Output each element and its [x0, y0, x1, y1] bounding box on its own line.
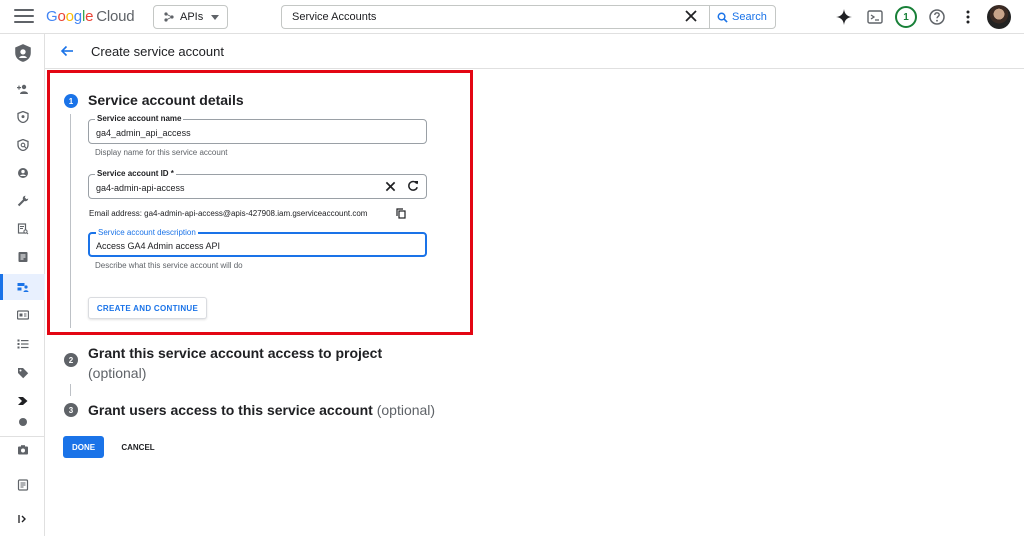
- step-connector: [70, 384, 71, 396]
- iam-shield-icon[interactable]: [0, 38, 45, 68]
- notes-icon: [17, 479, 28, 491]
- search-icon: [717, 12, 728, 23]
- name-field-value: ga4_admin_api_access: [96, 128, 191, 138]
- wrench-icon: [17, 195, 28, 207]
- sidebar-item-iam[interactable]: [0, 76, 45, 102]
- sidebar-item-release-notes[interactable]: [0, 472, 45, 498]
- main-menu-icon[interactable]: [14, 9, 34, 25]
- service-account-icon: [17, 283, 28, 292]
- highlight-box: [47, 70, 473, 335]
- gear-icon: [18, 418, 27, 426]
- id-field-value: ga4-admin-api-access: [96, 183, 185, 193]
- project-nodes-icon: [164, 12, 174, 22]
- step-3-number: 3: [64, 403, 78, 417]
- account-circle-icon: [17, 168, 28, 178]
- sidebar-item-pam[interactable]: [0, 104, 45, 130]
- sidebar-item-troubleshooter[interactable]: [0, 188, 45, 214]
- create-and-continue-button[interactable]: CREATE AND CONTINUE: [88, 297, 207, 319]
- more-vert-icon[interactable]: [959, 8, 977, 26]
- service-account-name-field[interactable]: Service account name ga4_admin_api_acces…: [88, 114, 427, 144]
- sidebar-item-identity[interactable]: [0, 160, 45, 186]
- sidebar-item-privacy[interactable]: [0, 436, 45, 462]
- page-header: Create service account: [45, 34, 1024, 69]
- sidebar-item-policy-analyzer[interactable]: [0, 216, 45, 242]
- document-search-icon: [17, 223, 28, 235]
- chevron-right-icon: [17, 397, 27, 405]
- clear-icon[interactable]: [385, 181, 396, 192]
- cancel-button[interactable]: CANCEL: [113, 436, 163, 458]
- close-icon[interactable]: [684, 9, 698, 23]
- step-2-title-text: Grant this service account access to pro…: [88, 345, 383, 361]
- search-button-label: Search: [732, 11, 767, 23]
- list-icon: [17, 339, 28, 349]
- name-field-label: Service account name: [95, 114, 184, 123]
- sidebar-item-settings[interactable]: [0, 388, 45, 414]
- gemini-sparkle-icon[interactable]: [835, 8, 853, 26]
- step-1-number: 1: [64, 94, 78, 108]
- project-picker[interactable]: APIs: [153, 5, 228, 29]
- step-2-number: 2: [64, 353, 78, 367]
- top-bar: Google Cloud APIs Service Accounts Search…: [0, 0, 1024, 34]
- camera-folder-icon: [17, 444, 28, 454]
- shield-icon: [16, 111, 29, 123]
- article-icon: [18, 252, 27, 262]
- page-title: Create service account: [91, 44, 224, 59]
- sidebar-item-org-policies[interactable]: [0, 244, 45, 270]
- left-rail: [0, 34, 45, 536]
- service-account-description-field[interactable]: Service account description Access GA4 A…: [88, 228, 427, 257]
- name-field-hint: Display name for this service account: [95, 148, 228, 157]
- shield-search-icon: [16, 139, 29, 151]
- search-input[interactable]: Service Accounts: [281, 5, 709, 29]
- step-connector: [70, 114, 71, 328]
- search-query: Service Accounts: [292, 11, 377, 23]
- sidebar-item-workload-identity[interactable]: [0, 302, 45, 328]
- chevron-down-icon: [211, 14, 220, 20]
- service-account-id-field[interactable]: Service account ID * ga4-admin-api-acces…: [88, 169, 427, 199]
- badge-card-icon: [16, 310, 29, 320]
- email-address-text: Email address: ga4-admin-api-access@apis…: [89, 209, 368, 218]
- tag-icon: [17, 368, 28, 379]
- notification-badge[interactable]: 1: [895, 6, 917, 28]
- sidebar-item-service-accounts[interactable]: [0, 274, 45, 300]
- copy-icon[interactable]: [396, 208, 406, 219]
- person-add-icon: [16, 84, 28, 94]
- sidebar-item-principal-access[interactable]: [0, 132, 45, 158]
- step-3-optional: (optional): [376, 402, 436, 418]
- done-button[interactable]: DONE: [63, 436, 104, 458]
- avatar[interactable]: [987, 5, 1011, 29]
- refresh-icon[interactable]: [407, 180, 419, 192]
- id-field-label: Service account ID *: [95, 169, 176, 178]
- step-3-title[interactable]: Grant users access to this service accou…: [88, 402, 435, 418]
- google-cloud-logo[interactable]: Google Cloud: [46, 8, 135, 25]
- search-button[interactable]: Search: [709, 5, 776, 29]
- sidebar-item-partial[interactable]: [0, 414, 45, 426]
- step-2-optional: (optional): [88, 365, 147, 381]
- expand-sidebar-icon[interactable]: [0, 506, 45, 532]
- description-field-hint: Describe what this service account will …: [95, 261, 243, 270]
- step-2-title[interactable]: Grant this service account access to pro…: [88, 343, 388, 383]
- project-name: APIs: [180, 11, 204, 23]
- step-1-title[interactable]: Service account details: [88, 92, 244, 108]
- description-field-label: Service account description: [96, 228, 198, 237]
- step-3-title-text: Grant users access to this service accou…: [88, 402, 373, 418]
- sidebar-item-tags[interactable]: [0, 360, 45, 386]
- help-icon[interactable]: [928, 8, 946, 26]
- back-arrow-icon[interactable]: [59, 43, 75, 59]
- cloud-shell-icon[interactable]: [866, 8, 884, 26]
- description-field-value: Access GA4 Admin access API: [96, 241, 221, 251]
- sidebar-item-labels[interactable]: [0, 331, 45, 357]
